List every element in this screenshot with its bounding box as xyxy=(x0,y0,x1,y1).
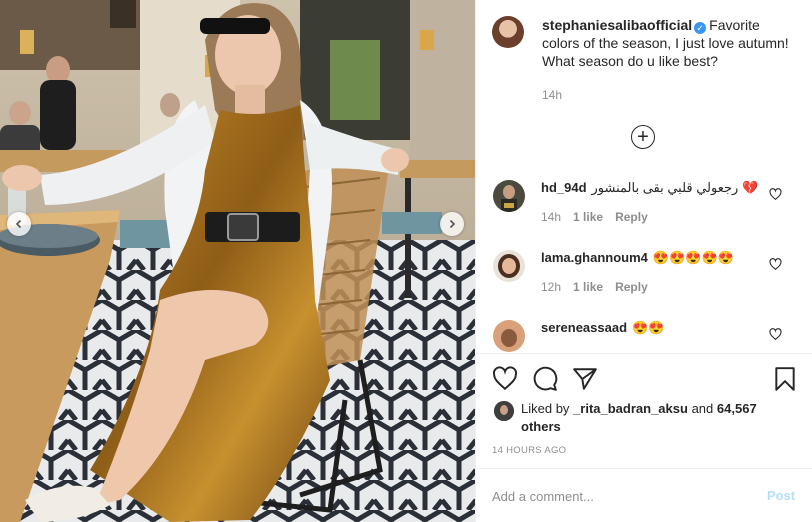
commenter-avatar[interactable] xyxy=(493,320,525,352)
comment-meta: 14h 1 like Reply xyxy=(541,210,660,224)
comment-time[interactable]: 14h xyxy=(541,210,561,224)
comment-text: رجعولي قلبي بقى بالمنشور 💔 xyxy=(591,180,759,195)
liker-avatar[interactable] xyxy=(494,401,514,421)
previous-photo-button[interactable] xyxy=(7,212,31,236)
post-actions xyxy=(492,366,797,392)
comment-bubble-icon[interactable] xyxy=(532,366,558,392)
divider xyxy=(476,353,812,354)
liker-username[interactable]: _rita_badran_aksu xyxy=(573,401,688,416)
heart-icon[interactable] xyxy=(769,328,782,341)
post-side-panel: stephaniesalibaofficial ✓ Favorite colors … xyxy=(475,0,812,522)
comment-likes-count[interactable]: 1 like xyxy=(573,280,603,294)
next-photo-button[interactable] xyxy=(440,212,464,236)
heart-icon[interactable] xyxy=(769,258,782,271)
comment-item: lama.ghannoum4 😍😍😍😍😍 12h 1 like Reply xyxy=(492,250,797,294)
comment-likes-count[interactable]: 1 like xyxy=(573,210,603,224)
liked-by-prefix: Liked by xyxy=(521,401,570,416)
caption-text: stephaniesalibaofficial ✓ Favorite colors … xyxy=(542,16,794,70)
comment-meta: 12h 1 like Reply xyxy=(541,280,660,294)
post-timestamp[interactable]: 14 HOURS AGO xyxy=(492,445,566,456)
comment-time[interactable]: 12h xyxy=(541,280,561,294)
commenter-avatar[interactable] xyxy=(493,180,525,212)
plus-circle-icon: + xyxy=(637,126,649,148)
comment-text: 😍😍😍😍😍 xyxy=(652,250,734,265)
load-more-comments-button[interactable]: + xyxy=(631,125,655,149)
comment-username[interactable]: sereneassaad xyxy=(541,320,627,335)
author-avatar[interactable] xyxy=(492,16,524,48)
bookmark-icon[interactable] xyxy=(772,366,798,392)
post-comment-button[interactable]: Post xyxy=(767,488,795,503)
verified-badge-icon: ✓ xyxy=(694,22,707,34)
photo-scene xyxy=(0,0,475,522)
add-comment-bar: Post xyxy=(476,468,812,522)
comment-item: hd_94d رجعولي قلبي بقى بالمنشور 💔 14h 1 li… xyxy=(492,180,797,224)
chevron-right-icon xyxy=(449,219,456,229)
share-paper-plane-icon[interactable] xyxy=(572,366,598,392)
comment-item: sereneassaad 😍😍 xyxy=(492,320,797,352)
heart-icon[interactable] xyxy=(769,188,782,201)
author-username[interactable]: stephaniesalibaofficial xyxy=(542,17,692,33)
comment-username[interactable]: lama.ghannoum4 xyxy=(541,250,648,265)
chevron-left-icon xyxy=(15,219,22,229)
post-caption: stephaniesalibaofficial ✓ Favorite colors … xyxy=(492,16,797,70)
likes-text: Liked by _rita_badran_aksu and 64,567 ot… xyxy=(521,400,794,436)
caption-timestamp[interactable]: 14h xyxy=(542,88,562,102)
liked-by-joiner: and xyxy=(691,401,714,416)
reply-button[interactable]: Reply xyxy=(615,210,648,224)
likes-summary: Liked by _rita_badran_aksu and 64,567 ot… xyxy=(494,400,794,436)
comment-text: 😍😍 xyxy=(632,320,665,335)
reply-button[interactable]: Reply xyxy=(615,280,648,294)
like-heart-icon[interactable] xyxy=(492,366,518,392)
comment-username[interactable]: hd_94d xyxy=(541,180,587,195)
post-photo xyxy=(0,0,475,522)
comment-input[interactable] xyxy=(492,485,742,507)
commenter-avatar[interactable] xyxy=(493,250,525,282)
